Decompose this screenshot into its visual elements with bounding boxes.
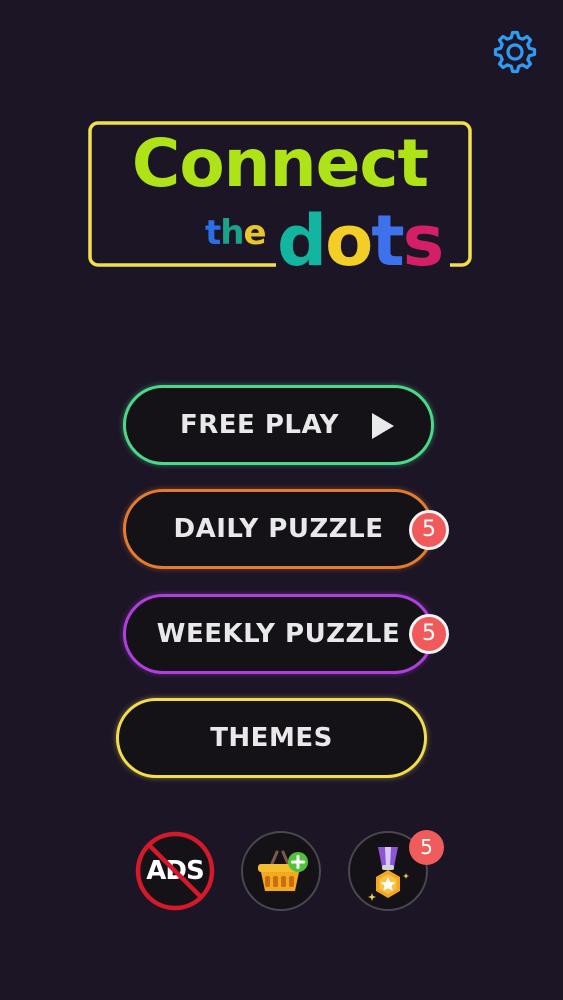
logo-word-dots: dots xyxy=(277,200,445,282)
logo-word-the: the xyxy=(205,213,267,253)
themes-label: THEMES xyxy=(210,723,333,753)
daily-puzzle-badge: 5 xyxy=(409,510,449,550)
logo-letter-s: s xyxy=(402,200,445,282)
logo-letter-h: h xyxy=(220,213,244,253)
daily-puzzle-label: DAILY PUZZLE xyxy=(173,514,384,544)
shop-button[interactable] xyxy=(241,831,321,911)
play-icon xyxy=(372,413,394,439)
free-play-label: FREE PLAY xyxy=(180,410,339,440)
remove-ads-button[interactable]: ADS xyxy=(135,831,215,911)
free-play-button[interactable]: FREE PLAY xyxy=(123,385,434,465)
daily-puzzle-button[interactable]: DAILY PUZZLE xyxy=(123,489,434,569)
weekly-puzzle-badge: 5 xyxy=(409,614,449,654)
shopping-basket-icon xyxy=(258,850,308,891)
logo-letter-o: o xyxy=(325,200,373,282)
logo-letter-t2: t xyxy=(371,200,404,282)
settings-button[interactable] xyxy=(488,26,542,80)
logo-letter-t: t xyxy=(205,213,221,253)
weekly-puzzle-button[interactable]: WEEKLY PUZZLE xyxy=(123,594,434,674)
gear-icon xyxy=(493,30,537,74)
logo-letter-d: d xyxy=(277,200,327,282)
no-ads-slash xyxy=(147,843,203,899)
themes-button[interactable]: THEMES xyxy=(116,698,427,778)
logo-letter-e: e xyxy=(243,213,266,253)
weekly-puzzle-label: WEEKLY PUZZLE xyxy=(156,619,401,649)
app-logo: Connect the dots xyxy=(88,121,472,281)
rewards-badge: 5 xyxy=(409,830,444,865)
logo-word-connect: Connect xyxy=(131,125,429,202)
